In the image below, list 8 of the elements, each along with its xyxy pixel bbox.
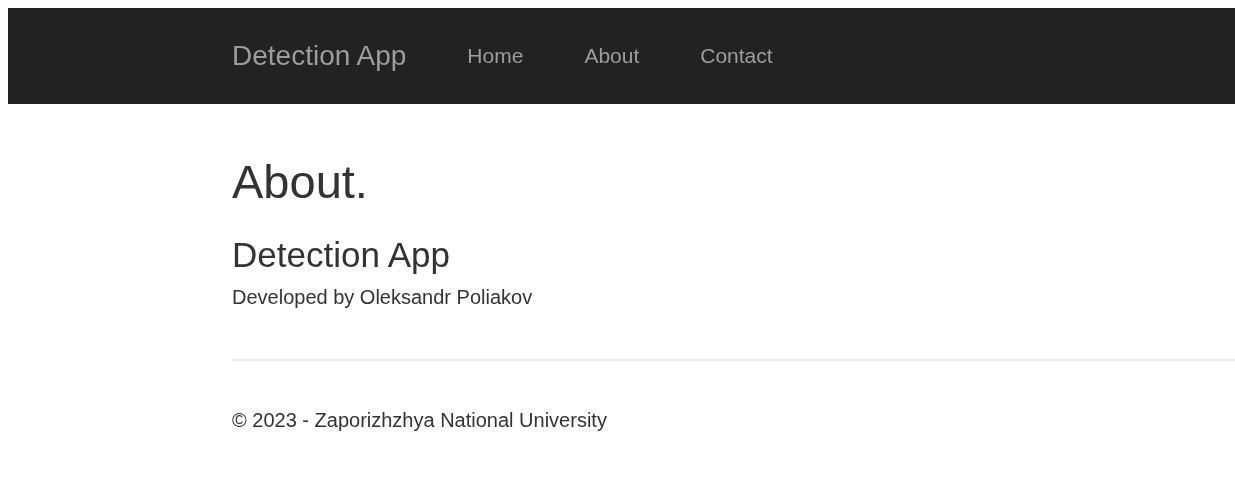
footer-text: © 2023 - Zaporizhzhya National University	[232, 409, 608, 433]
nav-link[interactable]: Contact	[700, 44, 773, 68]
nav-link[interactable]: About	[584, 44, 640, 68]
page-title: About.	[232, 156, 369, 208]
nav-link[interactable]: Home	[467, 44, 524, 68]
page-subtitle: Detection App	[232, 235, 451, 275]
description-text: Developed by Oleksandr Poliakov	[232, 286, 534, 310]
brand-link[interactable]: Detection App	[232, 40, 407, 72]
